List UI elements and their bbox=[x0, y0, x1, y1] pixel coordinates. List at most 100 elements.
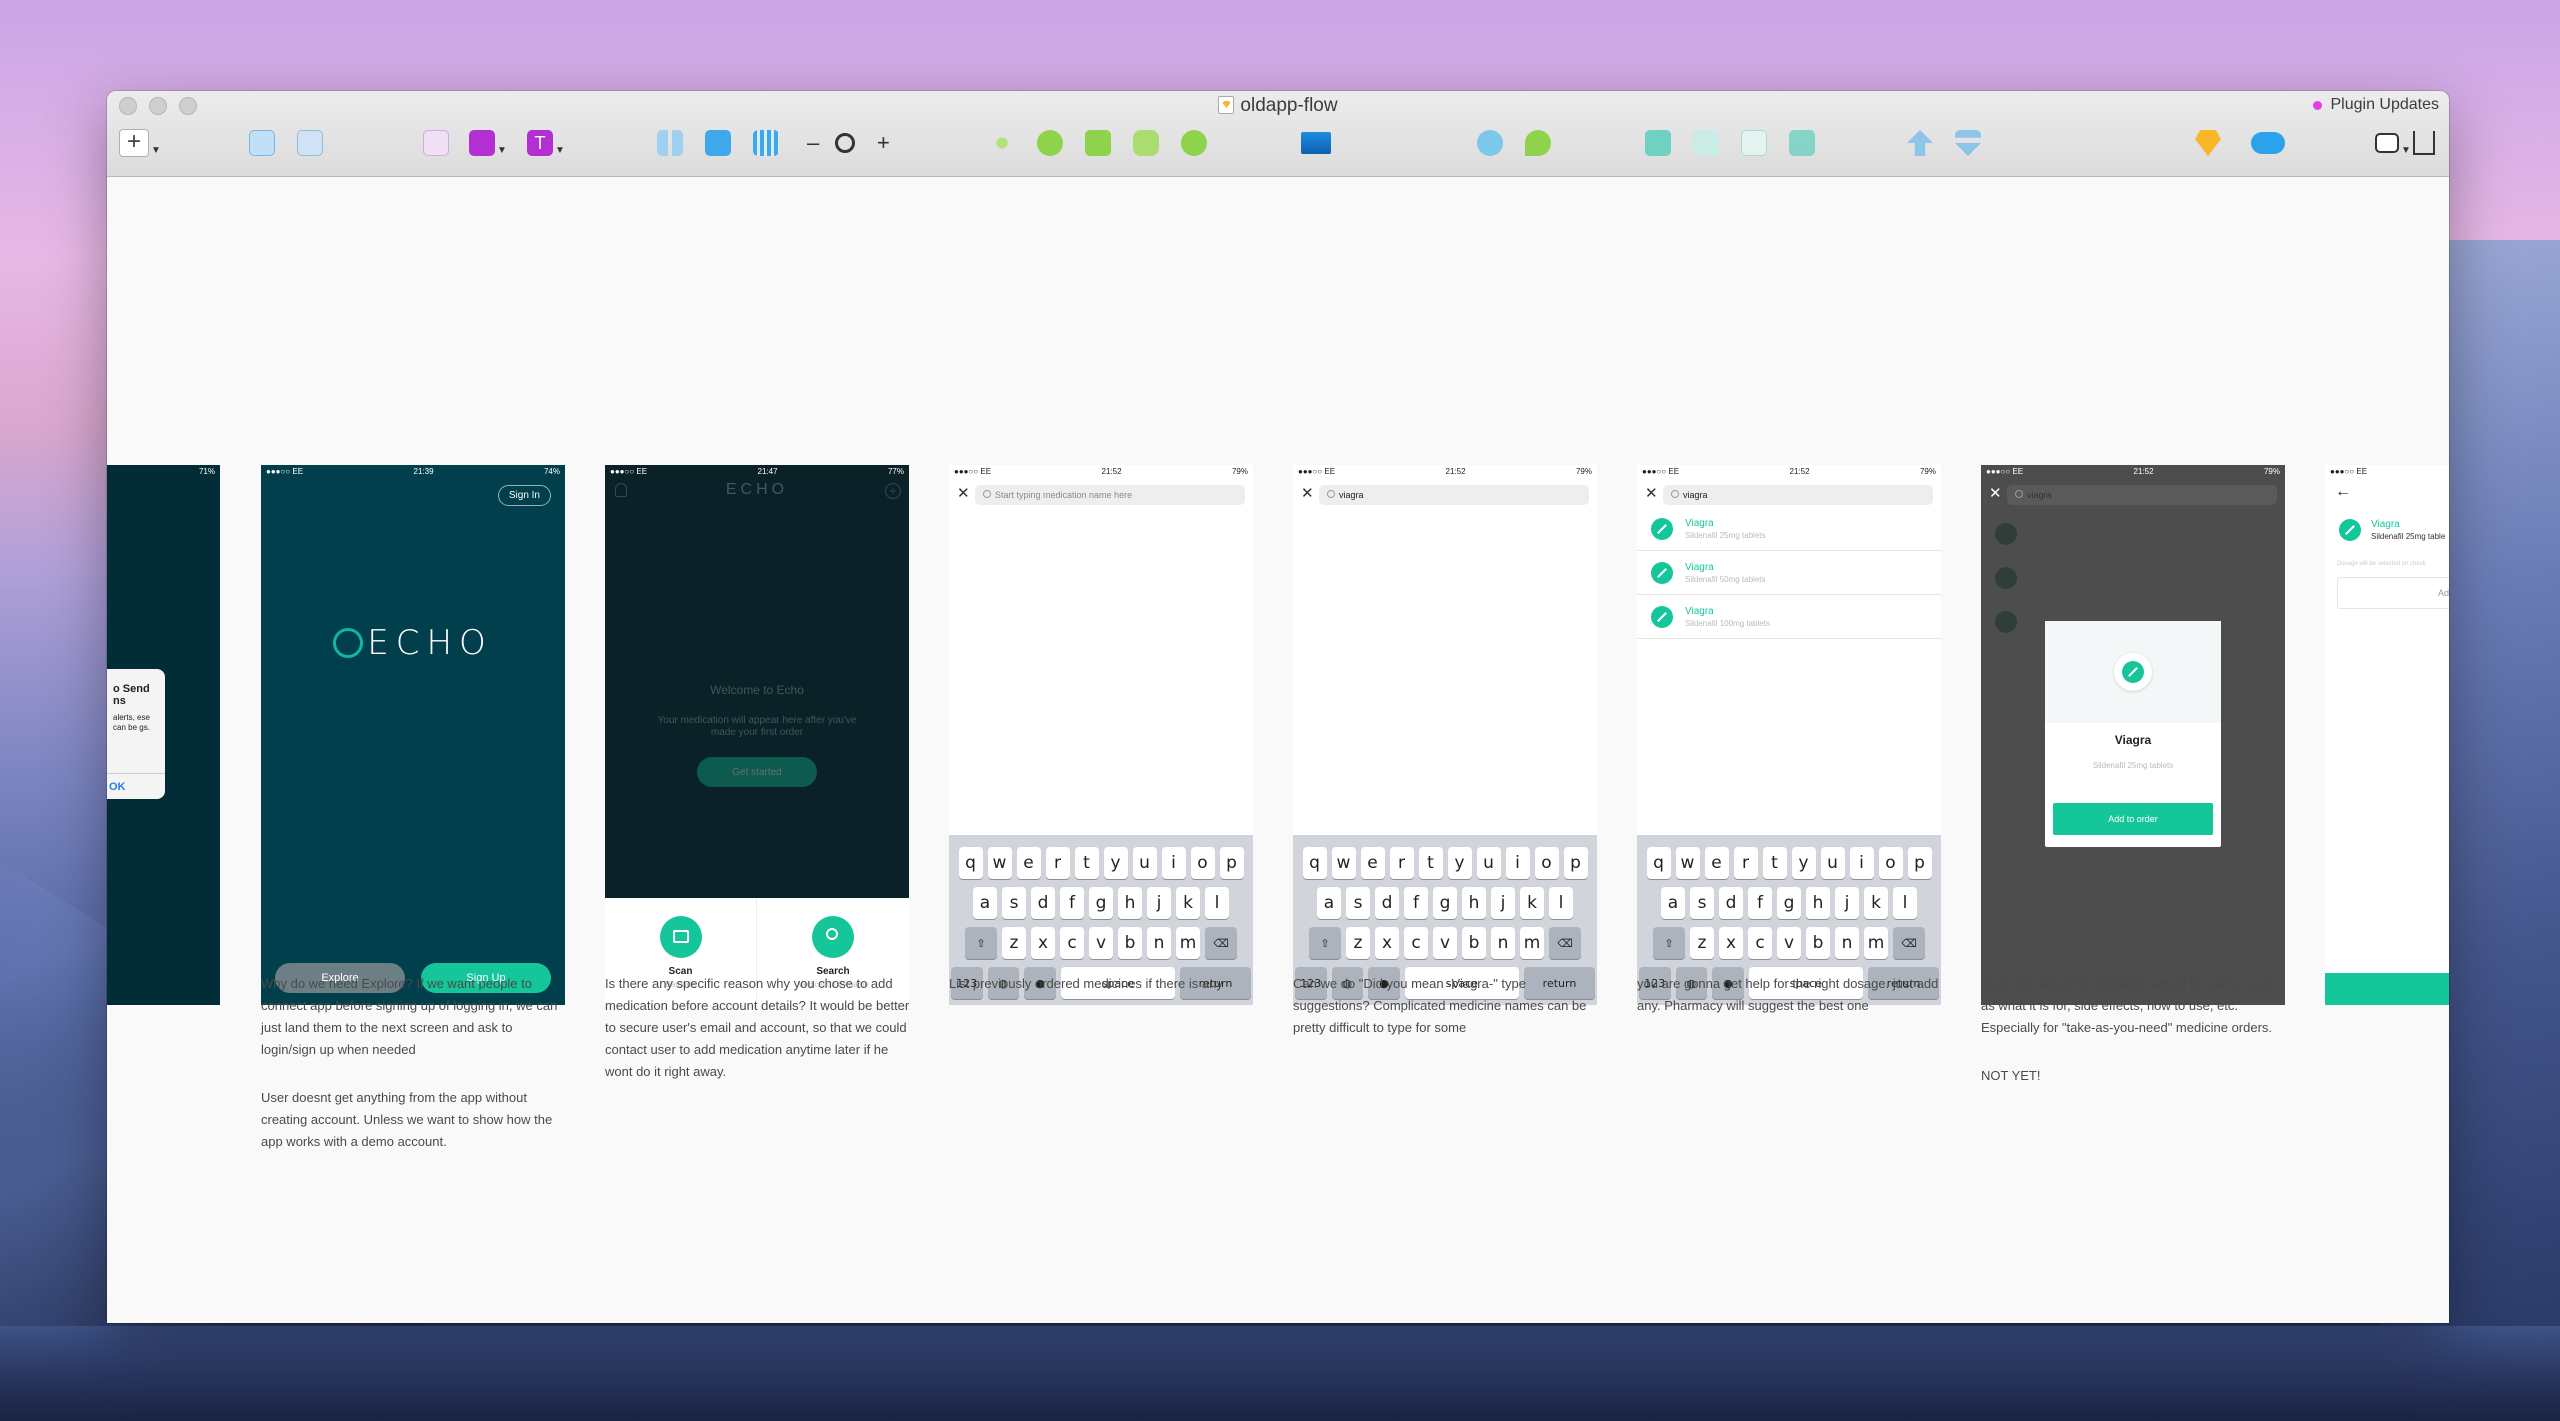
key[interactable]: p bbox=[1907, 847, 1932, 879]
view-button[interactable]: ▼ bbox=[2375, 127, 2411, 159]
list-item[interactable]: Viagra Sildenafil 50mg tablets bbox=[1637, 551, 1941, 595]
key[interactable]: p bbox=[1563, 847, 1588, 879]
key[interactable]: u bbox=[1132, 847, 1157, 879]
delete-key[interactable]: ⌫ bbox=[1549, 927, 1581, 959]
key[interactable]: d bbox=[1375, 887, 1399, 919]
key[interactable]: n bbox=[1835, 927, 1859, 959]
key[interactable]: x bbox=[1375, 927, 1399, 959]
key[interactable]: r bbox=[1733, 847, 1758, 879]
key[interactable]: u bbox=[1476, 847, 1501, 879]
get-started-button[interactable]: Get started bbox=[697, 757, 817, 787]
union-button[interactable] bbox=[1645, 127, 1671, 159]
rotate-button[interactable] bbox=[1037, 127, 1063, 159]
key[interactable]: x bbox=[1031, 927, 1055, 959]
key[interactable]: z bbox=[1002, 927, 1026, 959]
key[interactable]: d bbox=[1719, 887, 1743, 919]
key[interactable]: z bbox=[1690, 927, 1714, 959]
key[interactable]: g bbox=[1089, 887, 1113, 919]
key[interactable]: m bbox=[1176, 927, 1200, 959]
zoom-button[interactable] bbox=[835, 127, 855, 159]
transform-button[interactable] bbox=[1133, 127, 1159, 159]
back-arrow-icon[interactable]: ← bbox=[2335, 483, 2351, 501]
key[interactable]: t bbox=[1074, 847, 1099, 879]
bottom-green-bar[interactable] bbox=[2325, 973, 2449, 1005]
plugin-updates-button[interactable]: Plugin Updates bbox=[2313, 96, 2439, 114]
key[interactable]: q bbox=[1646, 847, 1671, 879]
intersect-button[interactable] bbox=[1741, 127, 1767, 159]
columns-button[interactable] bbox=[753, 127, 779, 159]
key[interactable]: n bbox=[1147, 927, 1171, 959]
add-to-order-button[interactable]: Add to order bbox=[2053, 803, 2213, 835]
key[interactable]: o bbox=[1190, 847, 1215, 879]
key[interactable]: y bbox=[1447, 847, 1472, 879]
mask-button[interactable] bbox=[1175, 124, 1213, 162]
key[interactable]: t bbox=[1418, 847, 1443, 879]
key[interactable]: h bbox=[1462, 887, 1486, 919]
artboard-medicine-modal[interactable]: ●●●○○ EE 21:52 79% ✕ viagra Viagra Sildena… bbox=[1981, 465, 2285, 1005]
key[interactable]: c bbox=[1404, 927, 1428, 959]
key[interactable]: h bbox=[1118, 887, 1142, 919]
key[interactable]: v bbox=[1777, 927, 1801, 959]
key[interactable]: v bbox=[1089, 927, 1113, 959]
key[interactable]: k bbox=[1176, 887, 1200, 919]
key[interactable]: a bbox=[1661, 887, 1685, 919]
artboard-search-typing[interactable]: ●●●○○ EE 21:52 79% ✕ viagra qwertyuiop asd… bbox=[1293, 465, 1597, 1005]
artboard-search-results[interactable]: ●●●○○ EE 21:52 79% ✕ viagra Viagra Sildenaf… bbox=[1637, 465, 1941, 1005]
key[interactable]: r bbox=[1389, 847, 1414, 879]
key[interactable]: z bbox=[1346, 927, 1370, 959]
export-button[interactable] bbox=[2413, 127, 2435, 159]
key[interactable]: y bbox=[1103, 847, 1128, 879]
artboard-search-empty[interactable]: ●●●○○ EE 21:52 79% ✕ Start typing medicati… bbox=[949, 465, 1253, 1005]
list-item[interactable]: Viagra Sildenafil 100mg tablets bbox=[1637, 595, 1941, 639]
ungroup-button[interactable] bbox=[297, 127, 323, 159]
add-field[interactable]: Add bbox=[2337, 577, 2449, 609]
key[interactable]: t bbox=[1762, 847, 1787, 879]
key[interactable]: i bbox=[1161, 847, 1186, 879]
subtract-button[interactable] bbox=[1693, 127, 1719, 159]
search-input[interactable]: viagra bbox=[1663, 485, 1933, 505]
scale-button[interactable] bbox=[1477, 127, 1503, 159]
flatten-button[interactable] bbox=[1085, 127, 1111, 159]
key[interactable]: x bbox=[1719, 927, 1743, 959]
key[interactable]: q bbox=[958, 847, 983, 879]
close-icon[interactable]: ✕ bbox=[1301, 484, 1314, 502]
key[interactable]: e bbox=[1704, 847, 1729, 879]
key[interactable]: e bbox=[1016, 847, 1041, 879]
layout-button[interactable] bbox=[705, 127, 731, 159]
scissors-button[interactable] bbox=[989, 127, 1015, 159]
key[interactable]: s bbox=[1690, 887, 1714, 919]
key[interactable]: u bbox=[1820, 847, 1845, 879]
sketch-canvas[interactable]: 71% o Send ns alerts, ese can be gs. OK … bbox=[107, 177, 2449, 1323]
shift-key[interactable]: ⇧ bbox=[965, 927, 997, 959]
key[interactable]: g bbox=[1433, 887, 1457, 919]
text-button[interactable]: T ▼ bbox=[527, 127, 565, 159]
alert-ok-button[interactable]: OK bbox=[107, 773, 165, 799]
key[interactable]: a bbox=[1317, 887, 1341, 919]
key[interactable]: h bbox=[1806, 887, 1830, 919]
delete-key[interactable]: ⌫ bbox=[1205, 927, 1237, 959]
key[interactable]: f bbox=[1404, 887, 1428, 919]
cloud-button[interactable] bbox=[2251, 127, 2285, 159]
key[interactable]: j bbox=[1147, 887, 1171, 919]
key[interactable]: i bbox=[1849, 847, 1874, 879]
artboard-partial-left[interactable]: 71% o Send ns alerts, ese can be gs. OK bbox=[107, 465, 220, 1005]
image-button[interactable] bbox=[1301, 127, 1331, 159]
search-input[interactable]: Start typing medication name here bbox=[975, 485, 1245, 505]
key[interactable]: s bbox=[1346, 887, 1370, 919]
override-button[interactable]: ▼ bbox=[469, 127, 507, 159]
key[interactable]: l bbox=[1893, 887, 1917, 919]
edit-button[interactable] bbox=[1525, 127, 1551, 159]
key[interactable]: j bbox=[1835, 887, 1859, 919]
key[interactable]: g bbox=[1777, 887, 1801, 919]
grid-button[interactable] bbox=[657, 127, 683, 159]
close-icon[interactable]: ✕ bbox=[957, 484, 970, 502]
sign-in-button[interactable]: Sign In bbox=[497, 485, 551, 506]
key[interactable]: o bbox=[1534, 847, 1559, 879]
artboard-home[interactable]: ●●●○○ EE 21:47 77% ECHO + Welcome to Echo … bbox=[605, 465, 909, 1005]
artboard-partial-right[interactable]: ●●●○○ EE ← Viagra Sildenafil 25mg table D… bbox=[2325, 465, 2449, 1005]
key[interactable]: b bbox=[1806, 927, 1830, 959]
zoom-in-button[interactable]: + bbox=[877, 127, 890, 159]
key[interactable]: w bbox=[1331, 847, 1356, 879]
sketch-button[interactable] bbox=[2195, 127, 2221, 159]
shift-key[interactable]: ⇧ bbox=[1309, 927, 1341, 959]
